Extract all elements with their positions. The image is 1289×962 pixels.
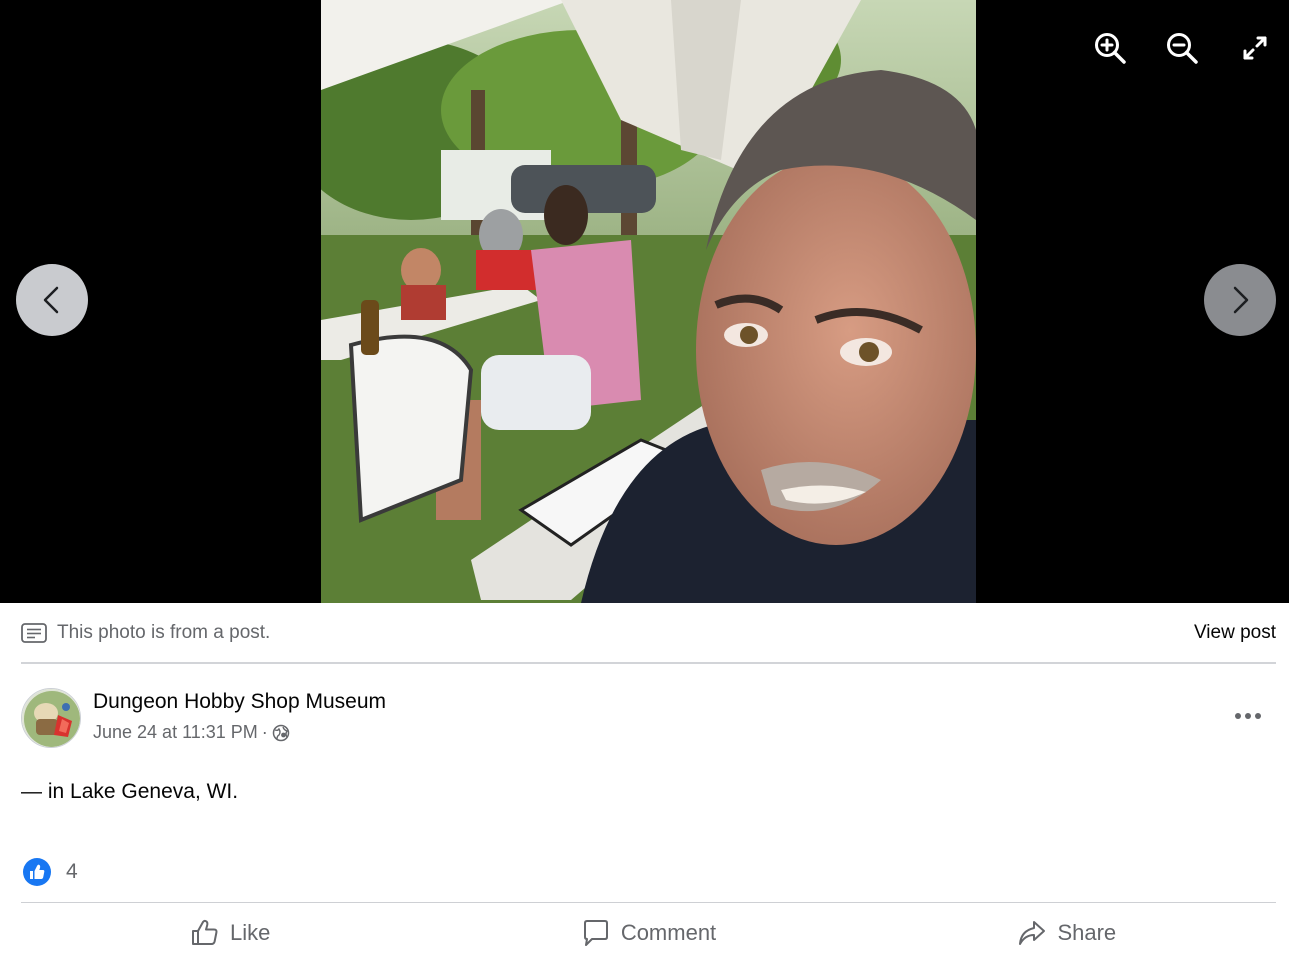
share-icon	[1019, 920, 1046, 945]
post-header: Dungeon Hobby Shop Museum June 24 at 11:…	[21, 688, 1276, 750]
view-post-link[interactable]: View post	[1194, 622, 1276, 644]
post-timestamp-link[interactable]: June 24 at 11:31 PM	[93, 722, 258, 743]
post-notice-text: This photo is from a post.	[57, 621, 271, 643]
chevron-right-icon	[1233, 286, 1249, 314]
location-prefix: — in	[21, 780, 71, 803]
page-logo-icon	[22, 689, 80, 747]
reactions-summary[interactable]: 4	[23, 857, 78, 887]
more-horizontal-icon	[1235, 713, 1261, 719]
chevron-left-icon	[43, 286, 59, 314]
share-label: Share	[1057, 919, 1117, 945]
fullscreen-icon	[1243, 36, 1267, 60]
comment-button[interactable]: Comment	[439, 903, 857, 962]
avatar[interactable]	[21, 688, 81, 748]
zoom-out-icon	[1167, 33, 1198, 64]
post-meta: June 24 at 11:31 PM ·	[93, 722, 290, 743]
author-name-link[interactable]: Dungeon Hobby Shop Museum	[93, 690, 386, 714]
like-label: Like	[229, 919, 271, 945]
post-action-bar: Like Comment Share	[21, 902, 1276, 962]
previous-photo-button[interactable]	[16, 264, 88, 336]
post-location-text: — in Lake Geneva, WI.	[21, 780, 238, 804]
next-photo-button[interactable]	[1204, 264, 1276, 336]
like-button[interactable]: Like	[21, 903, 439, 962]
photo-viewer	[0, 0, 1289, 603]
comment-label: Comment	[620, 919, 717, 945]
fullscreen-button[interactable]	[1237, 30, 1273, 66]
globe-icon	[272, 724, 290, 741]
comment-icon	[583, 919, 608, 946]
zoom-in-button[interactable]	[1092, 30, 1128, 66]
location-link[interactable]: Lake Geneva, WI	[70, 780, 232, 803]
zoom-out-button[interactable]	[1164, 30, 1200, 66]
share-button[interactable]: Share	[858, 903, 1276, 962]
like-reaction-icon	[23, 858, 51, 886]
thumbs-up-icon	[191, 919, 218, 945]
post-photo	[321, 0, 976, 603]
post-notice-bar: This photo is from a post. View post	[21, 603, 1276, 664]
post-note-icon	[21, 622, 47, 643]
more-options-button[interactable]	[1230, 702, 1266, 730]
reaction-count[interactable]: 4	[66, 860, 78, 884]
zoom-in-icon	[1095, 33, 1126, 64]
meta-separator: ·	[261, 722, 268, 742]
location-suffix: .	[232, 780, 239, 803]
